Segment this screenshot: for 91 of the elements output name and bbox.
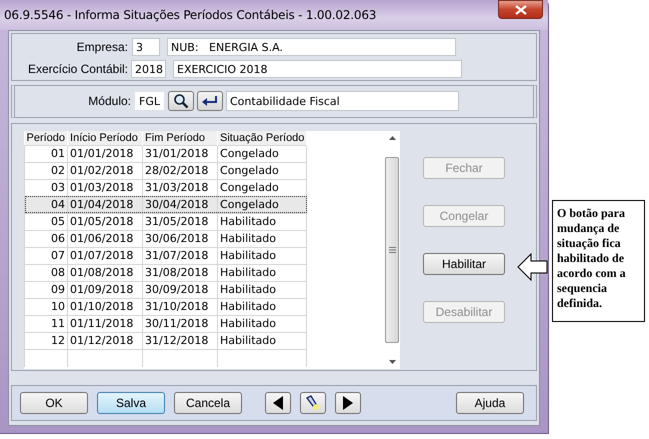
scroll-up-icon[interactable] [388, 136, 396, 140]
table-cell: Congelado [218, 162, 307, 179]
column-header[interactable]: Situação Período [218, 131, 307, 145]
code-field[interactable]: 3 [132, 38, 160, 56]
table-cell: 01/04/2018 [68, 196, 143, 213]
table-cell: 01/07/2018 [68, 247, 143, 264]
table-cell: 01/11/2018 [68, 315, 143, 332]
table-row[interactable]: 10 01/10/2018 31/10/2018 Habilitado [24, 298, 307, 315]
table-cell: 02 [24, 162, 68, 179]
table-row[interactable]: 01 01/01/2018 31/01/2018 Congelado [24, 145, 307, 162]
previous-icon[interactable] [273, 396, 283, 410]
table-row[interactable]: 07 01/07/2018 31/07/2018 Habilitado [24, 247, 307, 264]
table-cell: Congelado [218, 145, 307, 162]
description-field[interactable]: EXERCICIO 2018 [173, 60, 462, 78]
table-cell: 31/07/2018 [142, 247, 218, 264]
module-description-field[interactable]: Contabilidade Fiscal [226, 91, 459, 111]
module-code-field[interactable]: FGL [135, 92, 164, 110]
table-cell: Habilitado [218, 230, 307, 247]
table-cell: 01/06/2018 [68, 230, 143, 247]
table-cell: 30/11/2018 [142, 315, 218, 332]
table-cell: 01/08/2018 [68, 264, 143, 281]
field-label: Módulo: [87, 94, 131, 108]
table-cell: Habilitado [218, 315, 307, 332]
table-cell: 01/01/2018 [68, 145, 143, 162]
dialog-button[interactable]: Cancela [174, 392, 242, 414]
table-cell: 01/05/2018 [68, 213, 143, 230]
dialog-button[interactable]: Ajuda [456, 392, 524, 414]
table-cell: Habilitado [218, 281, 307, 298]
table-cell: 06 [24, 230, 68, 247]
table-cell: 05 [24, 213, 68, 230]
enter-button[interactable] [197, 91, 223, 111]
field-label: Empresa: [76, 40, 128, 54]
table-cell: 04 [24, 196, 68, 213]
table-row[interactable]: 06 01/06/2018 30/06/2018 Habilitado [24, 230, 307, 247]
table-cell: Congelado [218, 196, 307, 213]
table-cell: 30/04/2018 [142, 196, 218, 213]
table-cell: 12 [24, 332, 68, 349]
table-cell: 01/09/2018 [68, 281, 143, 298]
table-row[interactable]: 05 01/05/2018 31/05/2018 Habilitado [24, 213, 307, 230]
table-cell: 30/06/2018 [142, 230, 218, 247]
enter-arrow-icon[interactable] [201, 95, 219, 107]
dialog-button[interactable]: Salva [97, 392, 165, 414]
column-header[interactable]: Período [24, 131, 68, 145]
table-cell: 01/12/2018 [68, 332, 143, 349]
column-header[interactable]: Fim Período [142, 131, 218, 145]
table-cell: 28/02/2018 [142, 162, 218, 179]
scroll-down-icon[interactable] [388, 360, 396, 364]
table-row[interactable]: 02 01/02/2018 28/02/2018 Congelado [24, 162, 307, 179]
table-cell: 31/08/2018 [142, 264, 218, 281]
table-cell: 30/09/2018 [142, 281, 218, 298]
close-button[interactable] [498, 0, 543, 19]
table-row[interactable]: 12 01/12/2018 31/12/2018 Habilitado [24, 332, 307, 349]
window-title: 06.9.5546 - Informa Situações Períodos Contábeis - 1.00.02.063 [4, 8, 376, 22]
search-button[interactable] [168, 91, 194, 111]
annotation-note: O botão para mudança de situação fica habilitado de acordo com a sequencia definida. [552, 200, 645, 322]
close-icon[interactable] [514, 4, 526, 14]
table-cell: 31/10/2018 [142, 298, 218, 315]
action-button[interactable]: Habilitar [423, 253, 505, 275]
search-icon[interactable] [173, 93, 189, 109]
table-row[interactable]: 08 01/08/2018 31/08/2018 Habilitado [24, 264, 307, 281]
table-cell: 07 [24, 247, 68, 264]
previous-button[interactable] [265, 392, 291, 414]
table-row[interactable]: 11 01/11/2018 30/11/2018 Habilitado [24, 315, 307, 332]
table-cell: Habilitado [218, 332, 307, 349]
table-cell: 01/10/2018 [68, 298, 143, 315]
table-cell: 31/05/2018 [142, 213, 218, 230]
table-cell: 08 [24, 264, 68, 281]
table-cell: Habilitado [218, 298, 307, 315]
callout-arrow [517, 253, 549, 281]
next-icon[interactable] [343, 396, 353, 410]
flashlight-icon[interactable] [305, 395, 321, 411]
table-cell: Habilitado [218, 213, 307, 230]
table-row[interactable]: 09 01/09/2018 30/09/2018 Habilitado [24, 281, 307, 298]
table-row[interactable]: 04 01/04/2018 30/04/2018 Congelado [24, 196, 307, 213]
table-cell: 31/01/2018 [142, 145, 218, 162]
table-cell: 09 [24, 281, 68, 298]
flashlight-button[interactable] [300, 392, 326, 414]
table-cell: Habilitado [218, 264, 307, 281]
dialog-button[interactable]: OK [20, 392, 88, 414]
description-field[interactable]: NUB: ENERGIA S.A. [167, 38, 456, 56]
table-cell: 31/12/2018 [142, 332, 218, 349]
table-cell: Habilitado [218, 247, 307, 264]
column-header[interactable]: Início Período [68, 131, 143, 145]
field-label: Exercício Contábil: [26, 62, 128, 76]
table-cell: 10 [24, 298, 68, 315]
table-cell: 01 [24, 145, 68, 162]
scrollbar-thumb[interactable] [385, 157, 399, 343]
code-field[interactable]: 2018 [131, 60, 166, 78]
next-button[interactable] [335, 392, 361, 414]
table-cell: 01/02/2018 [68, 162, 143, 179]
table-cell: 11 [24, 315, 68, 332]
